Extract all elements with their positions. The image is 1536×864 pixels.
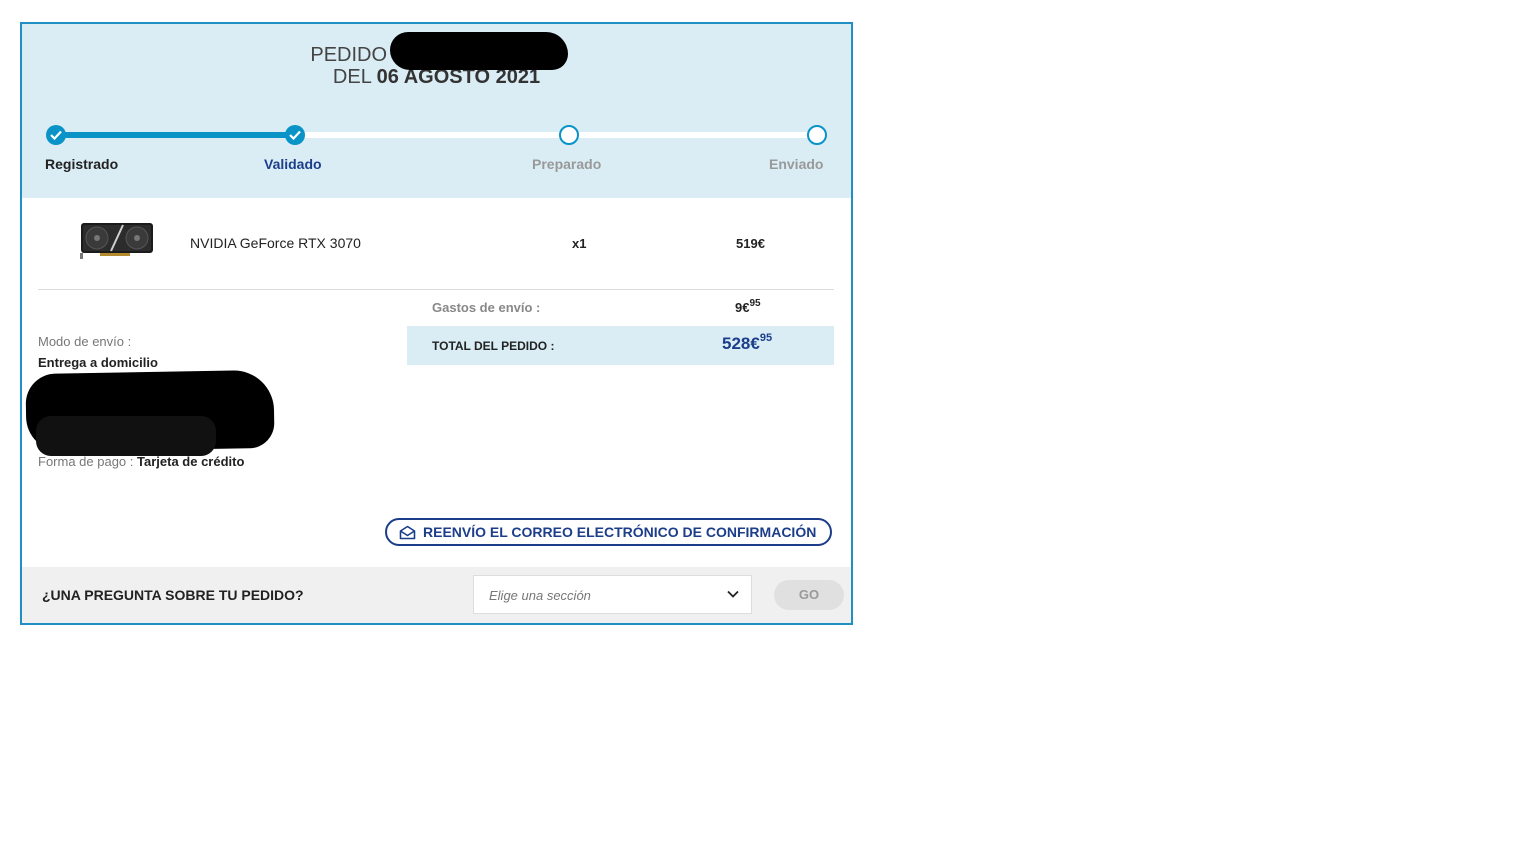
step-label-enviado: Enviado xyxy=(769,156,824,172)
payment-method: Forma de pago : Tarjeta de crédito xyxy=(38,454,244,469)
section-select[interactable]: Elige una sección xyxy=(473,575,752,614)
shipping-cost-int: 9€ xyxy=(735,300,750,315)
shipping-mode-value: Entrega a domicilio xyxy=(38,355,158,370)
order-total-label: TOTAL DEL PEDIDO : xyxy=(432,339,555,353)
step-label-preparado: Preparado xyxy=(532,156,602,172)
order-date-prefix: DEL xyxy=(332,66,372,88)
payment-method-value: Tarjeta de crédito xyxy=(137,454,245,469)
product-name[interactable]: NVIDIA GeForce RTX 3070 xyxy=(190,235,361,251)
payment-method-label: Forma de pago : xyxy=(38,454,134,469)
shipping-cost-label: Gastos de envío : xyxy=(432,300,541,315)
step-validado-check-icon xyxy=(285,125,305,145)
order-total-cents: 95 xyxy=(759,332,773,344)
shipping-cost-cents: 95 xyxy=(749,298,761,309)
section-select-placeholder: Elige una sección xyxy=(489,588,591,603)
shipping-cost-value: 9€95 xyxy=(735,298,761,315)
progress-fill xyxy=(56,132,292,138)
step-label-validado: Validado xyxy=(264,156,322,172)
order-question-heading: ¿UNA PREGUNTA SOBRE TU PEDIDO? xyxy=(42,587,304,603)
step-registrado-check-icon xyxy=(46,125,66,145)
order-card: PEDIDO DEL 06 AGOSTO 2021 Registrado Val… xyxy=(20,22,853,625)
shipping-mode-label: Modo de envío : xyxy=(38,334,132,349)
resend-confirmation-email-button[interactable]: REENVÍO EL CORREO ELECTRÓNICO DE CONFIRM… xyxy=(385,518,832,546)
address-redaction-mark-2 xyxy=(36,416,216,456)
product-price: 519€ xyxy=(736,236,765,251)
order-item-row: NVIDIA GeForce RTX 3070 x1 519€ xyxy=(38,199,834,290)
chevron-down-icon xyxy=(727,590,739,598)
order-total-value: 528€95 xyxy=(722,332,773,354)
go-button[interactable]: GO xyxy=(774,580,844,610)
envelope-open-icon xyxy=(399,525,416,540)
step-label-registrado: Registrado xyxy=(45,156,119,172)
order-header: PEDIDO DEL 06 AGOSTO 2021 Registrado Val… xyxy=(22,24,851,198)
step-enviado-circle-icon xyxy=(807,125,827,145)
product-quantity: x1 xyxy=(572,236,587,251)
order-total-box: TOTAL DEL PEDIDO : 528€95 xyxy=(407,326,834,365)
graphics-card-thumbnail[interactable] xyxy=(80,221,154,259)
order-total-int: 528€ xyxy=(722,334,760,353)
order-title-prefix: PEDIDO xyxy=(310,44,388,66)
step-preparado-circle-icon xyxy=(559,125,579,145)
redaction-mark xyxy=(390,32,568,70)
resend-confirmation-email-label: REENVÍO EL CORREO ELECTRÓNICO DE CONFIRM… xyxy=(423,524,817,540)
order-question-bar: ¿UNA PREGUNTA SOBRE TU PEDIDO? Elige una… xyxy=(22,567,851,623)
